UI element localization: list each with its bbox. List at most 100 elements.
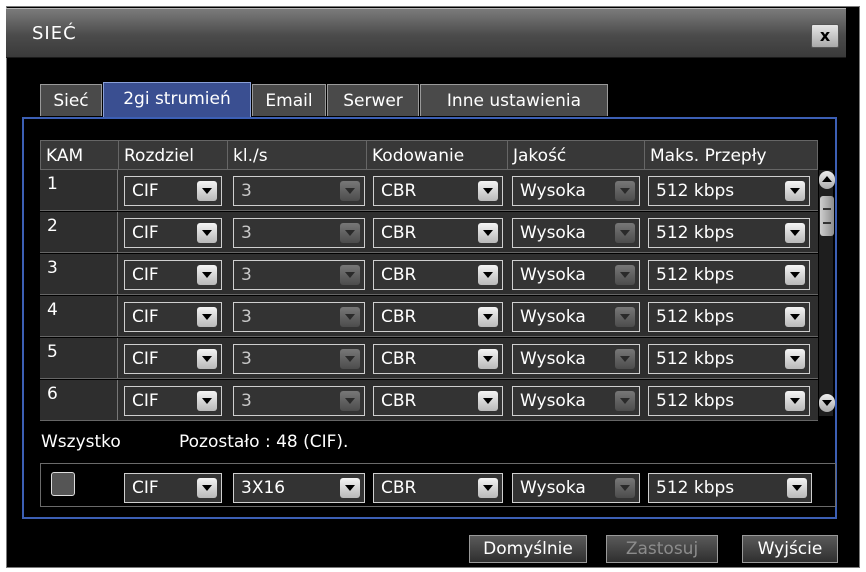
- close-button[interactable]: x: [811, 24, 839, 48]
- chevron-down-icon: [478, 307, 498, 327]
- scroll-down-icon[interactable]: [819, 394, 835, 412]
- select-value: Wysoka: [520, 349, 586, 369]
- row-fps-select[interactable]: 3: [233, 218, 365, 248]
- select-value: CIF: [132, 349, 159, 369]
- select-value: 3: [241, 223, 252, 243]
- row-encoding-select[interactable]: CBR: [373, 218, 503, 248]
- chevron-down-icon: [478, 478, 498, 498]
- select-value: CBR: [381, 349, 417, 369]
- row-resolution-select[interactable]: CIF: [124, 386, 222, 416]
- row-quality-select[interactable]: Wysoka: [512, 344, 640, 374]
- select-value: 512 kbps: [656, 307, 735, 327]
- row-resolution-select[interactable]: CIF: [124, 176, 222, 206]
- row-quality-select[interactable]: Wysoka: [512, 302, 640, 332]
- chevron-down-icon: [615, 391, 635, 411]
- chevron-down-icon: [478, 223, 498, 243]
- select-value: CIF: [132, 223, 159, 243]
- row-quality-select[interactable]: Wysoka: [512, 260, 640, 290]
- camera-number: 2: [40, 212, 118, 252]
- chevron-down-icon: [787, 478, 807, 498]
- row-encoding-select[interactable]: CBR: [373, 302, 503, 332]
- chevron-down-icon: [197, 478, 217, 498]
- row-quality-select[interactable]: Wysoka: [512, 218, 640, 248]
- row-fps-select[interactable]: 3: [233, 176, 365, 206]
- select-value: 3: [241, 265, 252, 285]
- all-fps-select[interactable]: 3X16: [233, 473, 365, 503]
- select-value: CBR: [381, 223, 417, 243]
- chevron-down-icon: [615, 349, 635, 369]
- row-resolution-select[interactable]: CIF: [124, 218, 222, 248]
- row-max-bitrate-select[interactable]: 512 kbps: [648, 218, 810, 248]
- camera-number: 5: [40, 338, 118, 378]
- exit-button[interactable]: Wyjście: [742, 535, 838, 563]
- chevron-down-icon: [478, 391, 498, 411]
- title-bar: SIEĆ x: [6, 8, 846, 58]
- chevron-down-icon: [197, 307, 217, 327]
- row-max-bitrate-select[interactable]: 512 kbps: [648, 260, 810, 290]
- header-fps: kl./s: [227, 140, 367, 170]
- remaining-text: Pozostało : 48 (CIF).: [179, 432, 349, 452]
- row-encoding-select[interactable]: CBR: [373, 386, 503, 416]
- window-title: SIEĆ: [32, 23, 77, 44]
- select-value: Wysoka: [520, 223, 586, 243]
- all-encoding-select[interactable]: CBR: [373, 473, 503, 503]
- row-max-bitrate-select[interactable]: 512 kbps: [648, 344, 810, 374]
- chevron-down-icon: [197, 349, 217, 369]
- header-kodowanie: Kodowanie: [366, 140, 508, 170]
- tab-serwer[interactable]: Serwer: [327, 84, 419, 116]
- row-resolution-select[interactable]: CIF: [124, 344, 222, 374]
- all-bitrate-value: 512 kbps: [656, 478, 735, 498]
- chevron-down-icon: [340, 265, 360, 285]
- row-fps-select[interactable]: 3: [233, 260, 365, 290]
- select-value: CIF: [132, 307, 159, 327]
- tab-inne-ustawienia[interactable]: Inne ustawienia: [420, 84, 608, 116]
- row-max-bitrate-select[interactable]: 512 kbps: [648, 302, 810, 332]
- all-bitrate-select[interactable]: 512 kbps: [648, 473, 812, 503]
- tab-2gi-strumien[interactable]: 2gi strumień: [103, 82, 251, 117]
- select-value: CBR: [381, 181, 417, 201]
- tab-siec[interactable]: Sieć: [40, 84, 102, 116]
- select-value: 3: [241, 307, 252, 327]
- chevron-down-icon: [478, 349, 498, 369]
- row-quality-select[interactable]: Wysoka: [512, 176, 640, 206]
- camera-number: 1: [40, 170, 118, 210]
- row-resolution-select[interactable]: CIF: [124, 260, 222, 290]
- chevron-down-icon: [785, 223, 805, 243]
- select-value: Wysoka: [520, 181, 586, 201]
- select-value: CIF: [132, 181, 159, 201]
- tab-email[interactable]: Email: [252, 84, 326, 116]
- chevron-down-icon: [340, 307, 360, 327]
- row-encoding-select[interactable]: CBR: [373, 260, 503, 290]
- chevron-down-icon: [615, 181, 635, 201]
- all-label: Wszystko: [41, 432, 121, 452]
- row-max-bitrate-select[interactable]: 512 kbps: [648, 176, 810, 206]
- chevron-down-icon: [615, 223, 635, 243]
- chevron-down-icon: [478, 181, 498, 201]
- chevron-down-icon: [197, 181, 217, 201]
- header-maks-przeply: Maks. Przepły: [644, 140, 818, 170]
- row-fps-select[interactable]: 3: [233, 302, 365, 332]
- chevron-down-icon: [197, 391, 217, 411]
- scroll-thumb[interactable]: [820, 196, 834, 236]
- chevron-down-icon: [615, 478, 635, 498]
- row-encoding-select[interactable]: CBR: [373, 176, 503, 206]
- row-encoding-select[interactable]: CBR: [373, 344, 503, 374]
- chevron-down-icon: [340, 478, 360, 498]
- scroll-up-icon[interactable]: [819, 171, 835, 189]
- row-fps-select[interactable]: 3: [233, 344, 365, 374]
- camera-number: 4: [40, 296, 118, 336]
- default-button[interactable]: Domyślnie: [469, 535, 587, 563]
- all-quality-select[interactable]: Wysoka: [512, 473, 640, 503]
- chevron-down-icon: [340, 223, 360, 243]
- apply-button[interactable]: Zastosuj: [606, 535, 718, 563]
- row-max-bitrate-select[interactable]: 512 kbps: [648, 386, 810, 416]
- row-fps-select[interactable]: 3: [233, 386, 365, 416]
- select-value: CBR: [381, 307, 417, 327]
- row-resolution-select[interactable]: CIF: [124, 302, 222, 332]
- header-rozdziel: Rozdziel: [118, 140, 228, 170]
- row-quality-select[interactable]: Wysoka: [512, 386, 640, 416]
- all-checkbox[interactable]: [51, 472, 75, 496]
- chevron-down-icon: [785, 307, 805, 327]
- all-fps-value: 3X16: [241, 478, 286, 498]
- all-resolution-select[interactable]: CIF: [124, 473, 222, 503]
